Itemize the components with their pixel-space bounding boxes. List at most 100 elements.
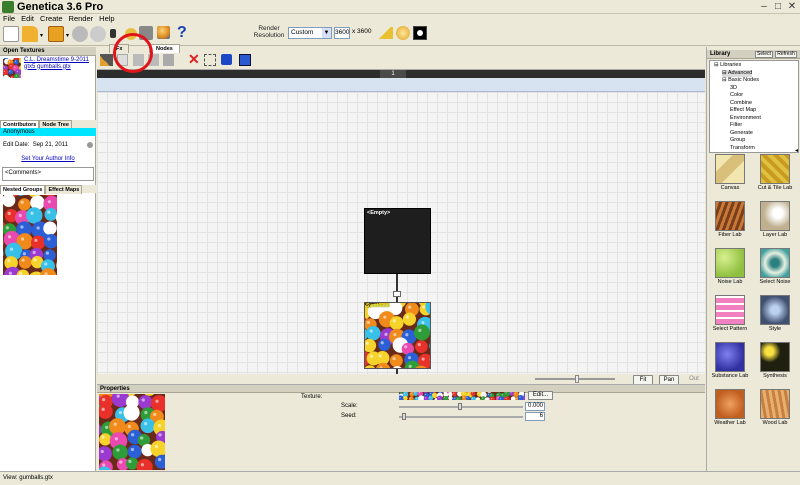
library-tile-thumbnail [760,248,790,278]
help-icon[interactable]: ? [177,24,187,42]
library-header: Library Select Refresh [707,50,800,59]
delete-icon[interactable]: ✕ [188,51,200,68]
maximize-button[interactable]: □ [771,1,785,13]
zoom-out-button[interactable]: Out [685,376,703,382]
tree-item[interactable]: Color [730,92,743,99]
tree-item[interactable]: 3D [730,85,737,92]
display-icon[interactable] [239,54,251,66]
clone-icon[interactable] [163,54,174,66]
resolution-height-label: x 3600 [352,28,372,35]
node-canvas[interactable]: 1 <Empty> Synthesis Fit Pan Out [97,69,705,389]
library-tile-thumbnail [760,342,790,372]
scale-value-input[interactable]: 0.000 [525,402,545,411]
save-dropdown-arrow-icon[interactable]: ▾ [66,32,69,39]
zoom-slider-thumb[interactable] [575,375,579,383]
seed-slider-thumb[interactable] [402,413,406,420]
tab-effect-maps[interactable]: Effect Maps [45,185,83,194]
resolution-width-input[interactable]: 3600 [334,27,350,39]
tree-item[interactable]: ⊟ Libraries [714,62,741,69]
resolution-preset-select[interactable]: Custom ▼ [288,27,332,39]
preset-value: Custom [291,29,314,36]
cut-icon[interactable] [100,54,113,66]
edit-date-label: Edit Date: [3,142,30,148]
tree-item[interactable]: Environment [730,115,761,122]
open-texture-link[interactable]: C.L. Dreamstime 9-2011 gtx5 gumballs.gtx [24,57,94,70]
tree-item[interactable]: Generate [730,130,753,137]
menu-edit[interactable]: Edit [21,14,34,24]
minimize-button[interactable]: – [757,1,771,13]
chevron-down-icon[interactable]: ▼ [322,28,331,38]
menu-help[interactable]: Help [99,14,114,24]
scale-slider-thumb[interactable] [458,403,462,410]
tile-preview-icon[interactable] [379,27,393,39]
node-toolbar: ✕ [97,51,705,69]
tab-nested-groups[interactable]: Nested Groups [0,185,46,194]
library-tile-thumbnail [715,342,745,372]
library-tile-label: Noise Lab [717,279,743,285]
library-tree[interactable]: ⊟ Libraries ⊟ Advanced ⊟ Basic Nodes 3D Colo… [709,60,799,153]
texture-strip[interactable] [399,392,525,400]
library-tile-label: Layer Lab [762,232,788,238]
redo-icon[interactable] [90,26,106,42]
synthesis-node[interactable] [364,302,431,369]
menu-file[interactable]: File [3,14,15,24]
comments-field[interactable]: <Comments> [2,167,94,181]
tree-item[interactable]: Effect Map [730,107,756,114]
open-texture-thumbnail[interactable] [3,58,21,78]
edit-texture-button[interactable]: Edit... [528,391,553,400]
nested-group-preview[interactable] [3,195,57,275]
collapse-arrow-icon[interactable]: ◂ [795,147,798,154]
library-tile[interactable]: Synthesis [754,342,796,390]
date-picker-icon[interactable] [87,142,93,148]
texture-label: Texture: [301,394,323,400]
library-tile[interactable]: Noise Lab [709,248,751,296]
library-tile[interactable]: Wood Lab [754,389,796,437]
contributor-row[interactable]: Anonymous [0,128,96,136]
empty-node-label: <Empty> [367,210,391,216]
library-tile[interactable]: Layer Lab [754,201,796,249]
save-icon[interactable] [48,26,64,42]
properties-preview [99,394,165,470]
tree-item[interactable]: ⊟ Advanced [722,69,753,77]
dark-bg-icon[interactable] [413,26,427,40]
select-button[interactable]: Select [755,51,773,58]
tree-item[interactable]: Group [730,137,745,144]
tree-item[interactable]: Transform [730,145,755,152]
set-author-info-link[interactable]: Set Your Author Info [0,156,96,162]
lighting-icon[interactable] [396,26,410,40]
select-all-icon[interactable] [204,54,216,66]
close-button[interactable]: ✕ [785,1,799,13]
render-resolution-label: Render Resolution [253,25,285,39]
library-tile[interactable]: Style [754,295,796,343]
open-textures-header: Open Textures [0,47,96,56]
randomize-dice-icon[interactable] [221,54,232,65]
library-tile-label: Substance Lab [711,373,749,379]
menu-render[interactable]: Render [69,14,94,24]
open-folder-icon[interactable] [22,26,38,42]
library-tile[interactable]: Select Pattern [709,295,751,343]
library-tile[interactable]: Cut & Tile Lab [754,154,796,202]
tree-item[interactable]: Filter [730,122,742,129]
library-tile-thumbnail [715,248,745,278]
library-tile[interactable]: Weather Lab [709,389,751,437]
seed-value-input[interactable]: 6 [525,412,545,421]
nested-groups-tabs: Nested Groups Effect Maps [0,185,96,194]
new-file-icon[interactable] [3,26,19,42]
library-tile-thumbnail [715,201,745,231]
window-title: Genetica 3.6 Pro [17,1,104,13]
tree-item[interactable]: ⊟ Basic Nodes [722,77,759,84]
canvas-grid[interactable]: <Empty> Synthesis [97,92,705,389]
preview-sphere-icon[interactable] [157,26,170,39]
library-tile[interactable]: Select Noise [754,248,796,296]
library-tile[interactable]: Canvas [709,154,751,202]
input-port[interactable] [393,291,401,297]
open-dropdown-arrow-icon[interactable]: ▾ [40,32,43,39]
library-tile[interactable]: Fiber Lab [709,201,751,249]
menu-create[interactable]: Create [40,14,63,24]
seed-slider[interactable] [399,416,523,418]
tree-item[interactable]: Combine [730,100,752,107]
empty-node[interactable]: <Empty> [364,208,431,274]
refresh-button[interactable]: Refresh [775,51,797,58]
undo-icon[interactable] [72,26,88,42]
library-tile[interactable]: Substance Lab [709,342,751,390]
